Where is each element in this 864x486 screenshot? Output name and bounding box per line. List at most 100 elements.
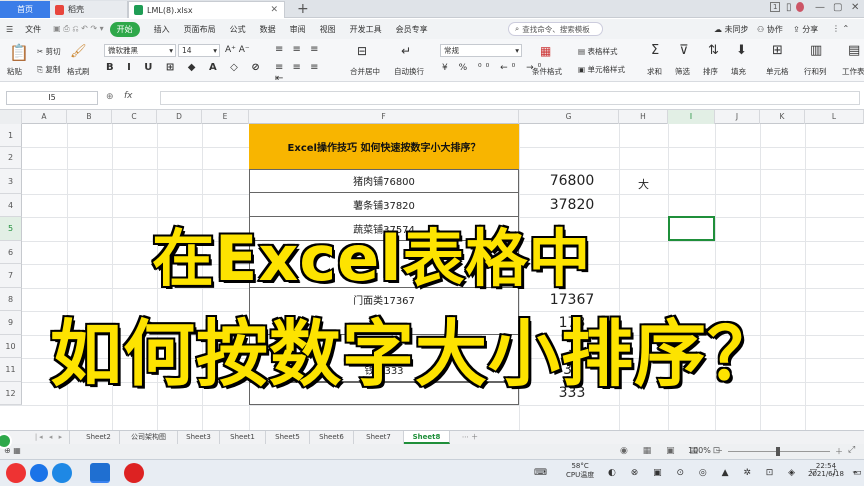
row-header[interactable]: 9 (0, 311, 22, 335)
sheet-tab-scroll[interactable]: ⋯ ＋ (452, 431, 488, 444)
menu-start[interactable]: 开始 (109, 21, 140, 37)
close-window-icon[interactable]: ✕ (851, 2, 859, 13)
sheet-tab[interactable]: Sheet1 (220, 431, 266, 444)
column-header[interactable]: F (249, 110, 519, 124)
column-header[interactable]: E (202, 110, 249, 124)
column-header[interactable]: G (519, 110, 619, 124)
format-painter-button[interactable]: 格式刷 (67, 66, 90, 77)
notification-icon[interactable]: ▭ (853, 468, 862, 478)
column-header[interactable]: J (715, 110, 760, 124)
minimize-icon[interactable]: — (815, 2, 825, 13)
zoom-out-icon[interactable]: − (716, 446, 723, 455)
row-header[interactable]: 6 (0, 241, 22, 264)
cell-g3[interactable]: 76800 (538, 173, 606, 189)
share-button[interactable]: ⇪ 分享 (793, 24, 818, 35)
formula-input[interactable] (160, 91, 860, 105)
recorder-icon[interactable] (124, 463, 144, 483)
conditional-format-button[interactable]: 条件格式 (532, 66, 562, 77)
copy-button[interactable]: ⎘ 复制 (37, 64, 60, 75)
selected-cell-i5[interactable] (668, 216, 715, 241)
wrap-button[interactable]: 自动换行 (394, 66, 424, 77)
column-header[interactable]: A (22, 110, 67, 124)
app-icon[interactable] (30, 464, 48, 482)
font-name-select[interactable]: 微软雅黑 ▾ (104, 44, 176, 57)
maximize-icon[interactable]: ▢ (833, 2, 842, 13)
tab-workbook[interactable]: LML(8).xlsx ✕ (128, 1, 285, 18)
sync-status[interactable]: ☁ 未同步 (714, 24, 749, 35)
menu-developer[interactable]: 开发工具 (350, 24, 382, 35)
table-cell-f3[interactable]: 猪肉铺76800 (249, 169, 519, 193)
filter-button[interactable]: 筛选 (675, 66, 690, 77)
font-size-select[interactable]: 14 ▾ (178, 44, 220, 57)
rowcol-button[interactable]: 行和列 (804, 66, 827, 77)
fullscreen-icon[interactable]: ⤢ (848, 445, 855, 455)
cell-h3[interactable]: 大 (626, 176, 661, 192)
row-header[interactable]: 12 (0, 382, 22, 405)
select-all-corner[interactable] (0, 110, 22, 124)
sheet-tab[interactable]: Sheet5 (266, 431, 310, 444)
table-style-button[interactable]: ▤ 表格样式 (578, 46, 617, 57)
sheet-tab[interactable]: Sheet7 (354, 431, 404, 444)
sheet-tab[interactable]: 公司架构图 (120, 431, 178, 444)
start-icon[interactable] (6, 463, 26, 483)
sum-button[interactable]: 求和 (647, 66, 662, 77)
row-header[interactable]: 2 (0, 147, 22, 169)
row-header[interactable]: 11 (0, 358, 22, 382)
wps-taskbar-icon[interactable] (90, 463, 110, 483)
row-header[interactable]: 10 (0, 335, 22, 358)
column-header[interactable]: H (619, 110, 668, 124)
title-cell[interactable]: Excel操作技巧 如何快速按数字小大排序？ (249, 124, 519, 169)
new-tab-button[interactable]: + (292, 0, 309, 18)
keyboard-icon[interactable]: ⌨ (534, 468, 547, 478)
sheet-tab[interactable]: Sheet2 (78, 431, 120, 444)
menu-data[interactable]: 数据 (260, 24, 276, 35)
menu-page-layout[interactable]: 页面布局 (184, 24, 216, 35)
row-header[interactable]: 3 (0, 169, 22, 194)
cell-style-button[interactable]: ▣ 单元格样式 (578, 64, 625, 75)
number-buttons[interactable]: ¥ % ⁰⁰ ←⁰ →⁰ (442, 63, 545, 73)
fill-button[interactable]: 填充 (731, 66, 746, 77)
menu-insert[interactable]: 插入 (154, 24, 170, 35)
sheet-nav-arrows[interactable]: |◂ ◂ ▸ ▸| (30, 431, 70, 454)
font-style-buttons[interactable]: B I U ⊞ ◆ A ◇ ⊘ (106, 62, 265, 73)
sheet-button[interactable]: 工作表 (842, 66, 864, 77)
sheet-tab[interactable]: Sheet6 (310, 431, 354, 444)
tab-daoke[interactable]: 稻壳 (50, 1, 128, 18)
row-header[interactable]: 8 (0, 288, 22, 311)
more-icon[interactable]: ⋮ ⌃ (832, 24, 849, 33)
tab-count-badge[interactable]: 1 (770, 2, 781, 12)
hamburger-icon[interactable]: ☰ (6, 25, 13, 34)
fx-button[interactable]: fx (124, 91, 133, 101)
column-header-active[interactable]: I (668, 110, 715, 124)
column-header[interactable]: D (157, 110, 202, 124)
column-header[interactable]: B (67, 110, 112, 124)
command-search[interactable]: ⌕ 查找命令、搜索模板 (508, 22, 603, 36)
merge-button[interactable]: 合并居中 (350, 66, 380, 77)
paste-button[interactable]: 粘贴 (7, 66, 22, 77)
cell-button[interactable]: 单元格 (766, 66, 789, 77)
sheet-tab[interactable]: Sheet3 (178, 431, 220, 444)
name-box[interactable]: I5 (6, 91, 98, 105)
menu-member[interactable]: 会员专享 (396, 24, 428, 35)
menu-formula[interactable]: 公式 (230, 24, 246, 35)
column-header[interactable]: C (112, 110, 157, 124)
row-header[interactable]: 7 (0, 264, 22, 288)
quick-access-icons[interactable]: ▣ ⎙ ⎌ ↶ ↷ ▾ (53, 24, 104, 34)
menu-file[interactable]: 文件 (25, 24, 41, 35)
menu-view[interactable]: 视图 (320, 24, 336, 35)
zoom-formula-icon[interactable]: ⊕ (106, 92, 114, 102)
number-format-select[interactable]: 常规 ▾ (440, 44, 522, 57)
close-icon[interactable]: ✕ (270, 5, 278, 15)
column-header[interactable]: K (760, 110, 805, 124)
collab-button[interactable]: ⚇ 协作 (757, 24, 783, 35)
zoom-slider-thumb[interactable] (776, 447, 780, 456)
font-grow-shrink-icons[interactable]: A⁺ A⁻ (225, 45, 250, 55)
cut-button[interactable]: ✂ 剪切 (37, 46, 61, 57)
browser-icon[interactable] (52, 463, 72, 483)
menu-review[interactable]: 审阅 (290, 24, 306, 35)
row-header[interactable]: 1 (0, 124, 22, 147)
align-top-buttons[interactable]: ≡ ≡ ≡ (272, 44, 328, 57)
sort-button[interactable]: 排序 (703, 66, 718, 77)
column-header[interactable]: L (805, 110, 864, 124)
sheet-tab-active[interactable]: Sheet8 (404, 431, 450, 444)
